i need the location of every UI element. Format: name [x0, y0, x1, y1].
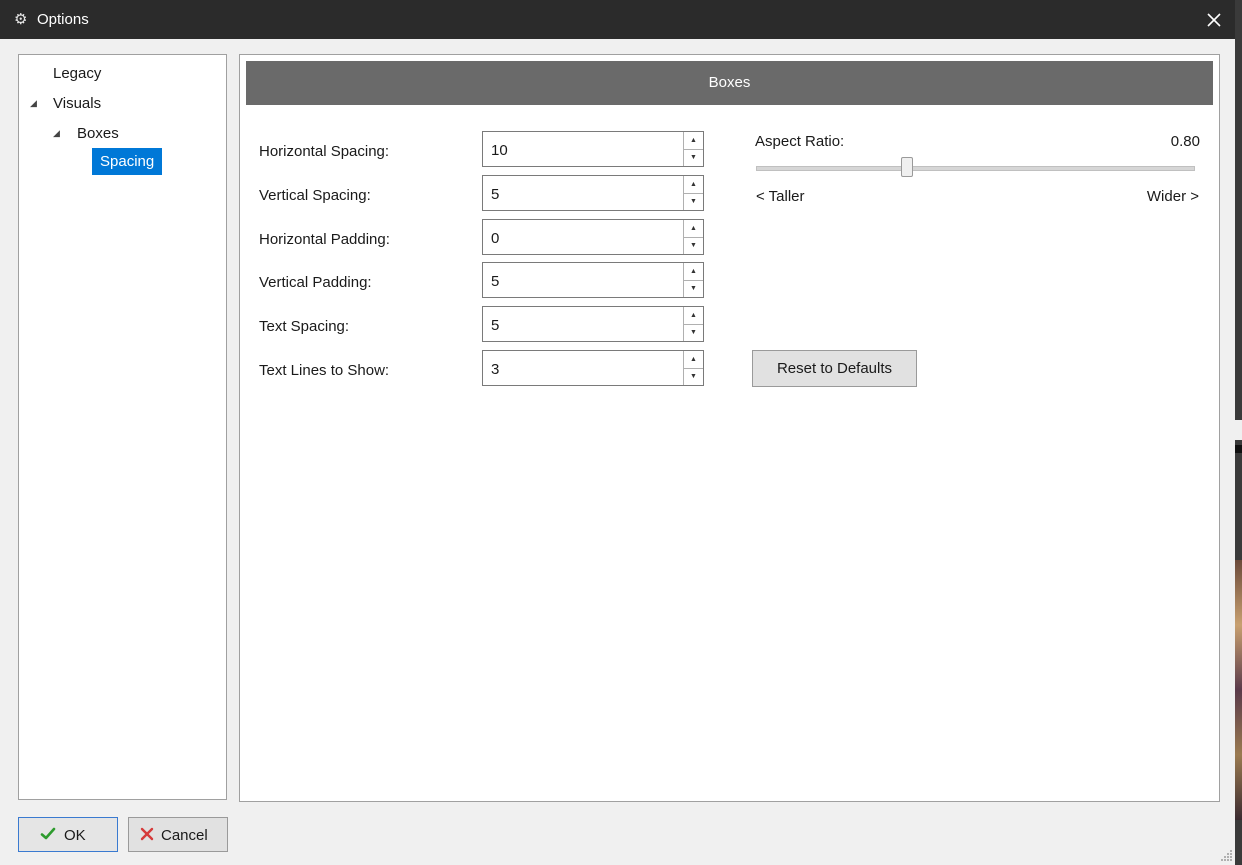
vertical-padding-stepper[interactable]: 5 ▲ ▼ — [482, 262, 704, 298]
window-title: Options — [37, 11, 89, 28]
aspect-ratio-label: Aspect Ratio: — [755, 133, 845, 150]
tree-item-spacing[interactable]: Spacing — [92, 148, 163, 175]
aspect-ratio-slider-thumb[interactable] — [901, 157, 913, 177]
gear-icon: ⚙ — [14, 11, 28, 28]
text-spacing-stepper[interactable]: 5 ▲ ▼ — [482, 306, 704, 342]
ok-button[interactable]: OK — [18, 817, 118, 852]
increment-arrow-icon[interactable]: ▲ — [684, 307, 703, 325]
vertical-spacing-stepper[interactable]: 5 ▲ ▼ — [482, 175, 704, 211]
close-icon — [1207, 13, 1221, 27]
tree-item-boxes[interactable]: Boxes — [77, 125, 119, 142]
increment-arrow-icon[interactable]: ▲ — [684, 351, 703, 369]
options-tree: Legacy ◢ Visuals ◢ Boxes Spacing — [18, 54, 227, 800]
increment-arrow-icon[interactable]: ▲ — [684, 220, 703, 238]
ok-button-label: OK — [64, 827, 86, 844]
cancel-button[interactable]: Cancel — [128, 817, 228, 852]
title-bar: ⚙ Options — [0, 0, 1235, 39]
section-header: Boxes — [246, 61, 1213, 105]
background-window-edge — [1235, 0, 1242, 865]
wider-label: Wider > — [1146, 188, 1199, 205]
cancel-button-label: Cancel — [161, 827, 208, 844]
reset-to-defaults-button[interactable]: Reset to Defaults — [752, 350, 917, 387]
settings-panel: Boxes Horizontal Spacing: 10 ▲ ▼ Vertica… — [239, 54, 1220, 802]
expand-arrow-icon[interactable]: ◢ — [30, 98, 37, 109]
vertical-spacing-label: Vertical Spacing: — [259, 187, 371, 204]
tree-item-legacy[interactable]: Legacy — [53, 65, 101, 82]
text-spacing-value[interactable]: 5 — [491, 317, 499, 334]
cancel-x-icon — [140, 827, 154, 841]
horizontal-spacing-value[interactable]: 10 — [491, 142, 508, 159]
horizontal-padding-label: Horizontal Padding: — [259, 231, 390, 248]
taller-label: < Taller — [756, 188, 805, 205]
text-spacing-label: Text Spacing: — [259, 318, 350, 335]
decrement-arrow-icon[interactable]: ▼ — [684, 193, 703, 210]
horizontal-padding-stepper[interactable]: 0 ▲ ▼ — [482, 219, 704, 255]
decrement-arrow-icon[interactable]: ▼ — [684, 237, 703, 254]
vertical-padding-value[interactable]: 5 — [491, 273, 499, 290]
increment-arrow-icon[interactable]: ▲ — [684, 132, 703, 150]
vertical-padding-label: Vertical Padding: — [259, 274, 372, 291]
text-lines-value[interactable]: 3 — [491, 361, 499, 378]
decrement-arrow-icon[interactable]: ▼ — [684, 149, 703, 166]
horizontal-spacing-stepper[interactable]: 10 ▲ ▼ — [482, 131, 704, 167]
horizontal-padding-value[interactable]: 0 — [491, 230, 499, 247]
text-lines-label: Text Lines to Show: — [259, 362, 390, 379]
expand-arrow-icon[interactable]: ◢ — [53, 128, 60, 139]
aspect-ratio-value: 0.80 — [1170, 133, 1200, 150]
decrement-arrow-icon[interactable]: ▼ — [684, 324, 703, 341]
tree-item-visuals[interactable]: Visuals — [53, 95, 101, 112]
horizontal-spacing-label: Horizontal Spacing: — [259, 143, 390, 160]
aspect-ratio-slider-track[interactable] — [756, 166, 1195, 171]
text-lines-stepper[interactable]: 3 ▲ ▼ — [482, 350, 704, 386]
decrement-arrow-icon[interactable]: ▼ — [684, 368, 703, 385]
checkmark-icon — [40, 827, 56, 840]
decrement-arrow-icon[interactable]: ▼ — [684, 280, 703, 297]
close-button[interactable] — [1203, 9, 1225, 31]
increment-arrow-icon[interactable]: ▲ — [684, 176, 703, 194]
vertical-spacing-value[interactable]: 5 — [491, 186, 499, 203]
increment-arrow-icon[interactable]: ▲ — [684, 263, 703, 281]
resize-grip-icon[interactable] — [1219, 848, 1233, 862]
